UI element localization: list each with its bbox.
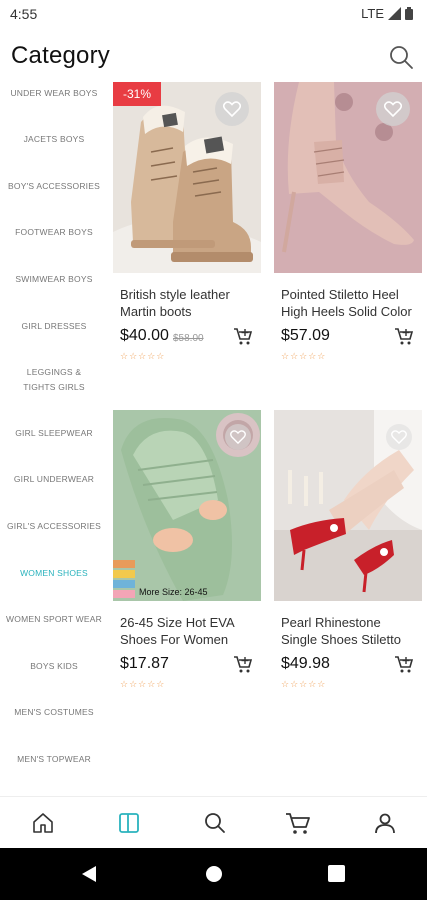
signal-icon bbox=[388, 7, 401, 20]
rating-stars: ☆☆☆☆☆ bbox=[281, 679, 327, 689]
product-card[interactable]: -31% British style leather Martin boots … bbox=[113, 82, 261, 392]
sidebar-item-footwear-boys[interactable]: FOOTWEAR BOYS bbox=[4, 225, 104, 240]
sidebar-item-boys-accessories[interactable]: BOY'S ACCESSORIES bbox=[4, 179, 104, 194]
rating-stars: ☆☆☆☆☆ bbox=[120, 351, 166, 361]
sidebar-item-under-wear-boys[interactable]: UNDER WEAR BOYS bbox=[4, 86, 104, 101]
image-caption: More Size: 26-45 bbox=[139, 587, 208, 597]
add-to-cart-icon[interactable] bbox=[233, 654, 253, 674]
sidebar-item-girls-accessories[interactable]: GIRL'S ACCESSORIES bbox=[4, 519, 104, 534]
product-card[interactable]: Pearl Rhinestone Single Shoes Stiletto $… bbox=[274, 410, 422, 720]
favorite-button[interactable] bbox=[215, 92, 249, 126]
heart-icon bbox=[223, 101, 241, 117]
network-label: LTE bbox=[361, 6, 384, 21]
add-to-cart-icon[interactable] bbox=[233, 326, 253, 346]
product-image[interactable]: More Size: 26-45 bbox=[113, 410, 261, 601]
favorite-button[interactable] bbox=[386, 424, 412, 450]
cart-icon[interactable] bbox=[285, 811, 311, 835]
product-price: $49.98 bbox=[281, 655, 330, 672]
sidebar-item-boys-kids[interactable]: BOYS KIDS bbox=[4, 659, 104, 674]
sidebar-item-jacets-boys[interactable]: JACETS BOYS bbox=[4, 132, 104, 147]
product-name[interactable]: 26-45 Size Hot EVA Shoes For Women bbox=[120, 614, 258, 648]
page-title: Category bbox=[11, 42, 110, 69]
product-image[interactable]: -31% bbox=[113, 82, 261, 273]
back-icon[interactable] bbox=[80, 865, 98, 883]
system-navigation-bar bbox=[0, 848, 427, 900]
product-name[interactable]: British style leather Martin boots bbox=[120, 286, 258, 320]
sidebar-item-swimwear-boys[interactable]: SWIMWEAR BOYS bbox=[4, 272, 104, 287]
sidebar-item-leggings-tights-girls[interactable]: LEGGINGS & TIGHTS GIRLS bbox=[4, 365, 104, 395]
product-name[interactable]: Pearl Rhinestone Single Shoes Stiletto bbox=[281, 614, 419, 648]
home-icon[interactable] bbox=[31, 811, 55, 835]
discount-badge: -31% bbox=[113, 82, 161, 106]
rating-stars: ☆☆☆☆☆ bbox=[120, 679, 166, 689]
sidebar-item-women-shoes[interactable]: WOMEN SHOES bbox=[4, 566, 104, 581]
product-price: $57.09 bbox=[281, 327, 330, 344]
product-image[interactable] bbox=[274, 82, 422, 273]
profile-icon[interactable] bbox=[373, 811, 397, 835]
product-image[interactable] bbox=[274, 410, 422, 601]
status-bar: 4:55 LTE bbox=[0, 0, 427, 28]
add-to-cart-icon[interactable] bbox=[394, 326, 414, 346]
heart-icon bbox=[391, 430, 407, 444]
status-time: 4:55 bbox=[10, 6, 38, 22]
battery-icon bbox=[405, 7, 413, 20]
status-indicators: LTE bbox=[361, 6, 413, 21]
sidebar-item-women-sport-wear[interactable]: WOMEN SPORT WEAR bbox=[4, 612, 104, 627]
sidebar-item-girl-underwear[interactable]: GIRL UNDERWEAR bbox=[4, 472, 104, 487]
rating-stars: ☆☆☆☆☆ bbox=[281, 351, 327, 361]
search-icon[interactable] bbox=[203, 811, 227, 835]
search-icon[interactable] bbox=[388, 44, 414, 70]
app-header: Category bbox=[0, 28, 427, 80]
add-to-cart-icon[interactable] bbox=[394, 654, 414, 674]
product-name[interactable]: Pointed Stiletto Heel High Heels Solid C… bbox=[281, 286, 419, 320]
category-sidebar: UNDER WEAR BOYS JACETS BOYS BOY'S ACCESS… bbox=[0, 80, 108, 794]
product-price: $17.87 bbox=[120, 655, 169, 672]
product-old-price: $58.00 bbox=[173, 333, 204, 344]
recents-icon[interactable] bbox=[328, 865, 345, 882]
sidebar-item-mens-costumes[interactable]: MEN'S COSTUMES bbox=[4, 705, 104, 720]
sidebar-item-girl-dresses[interactable]: GIRL DRESSES bbox=[4, 319, 104, 334]
home-circle-icon[interactable] bbox=[205, 865, 223, 883]
heart-icon bbox=[230, 430, 246, 444]
favorite-button[interactable] bbox=[376, 92, 410, 126]
category-icon[interactable] bbox=[117, 811, 141, 835]
product-card[interactable]: Pointed Stiletto Heel High Heels Solid C… bbox=[274, 82, 422, 392]
sidebar-item-girl-sleepwear[interactable]: GIRL SLEEPWEAR bbox=[4, 426, 104, 441]
heart-icon bbox=[384, 101, 402, 117]
bottom-navigation bbox=[0, 796, 427, 848]
product-card[interactable]: More Size: 26-45 26-45 Size Hot EVA Shoe… bbox=[113, 410, 261, 720]
product-price: $40.00 bbox=[120, 327, 169, 344]
favorite-button[interactable] bbox=[225, 424, 251, 450]
sidebar-item-mens-topwear[interactable]: MEN'S TOPWEAR bbox=[4, 752, 104, 767]
